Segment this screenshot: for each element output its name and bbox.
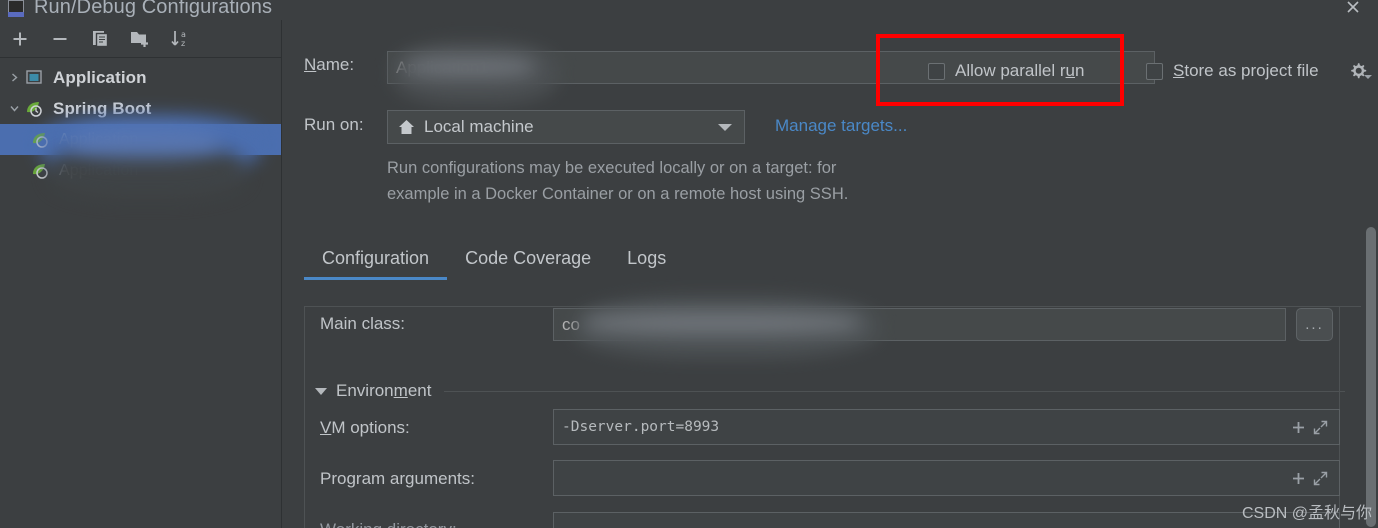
main-class-value: co xyxy=(562,314,580,334)
vm-options-add-icon[interactable] xyxy=(1287,416,1309,438)
scrollbar-thumb[interactable] xyxy=(1366,227,1376,527)
main-class-browse-button[interactable]: ... xyxy=(1296,308,1333,341)
name-label-accel: N xyxy=(304,55,317,74)
svg-text:a: a xyxy=(181,30,186,39)
collapse-arrow-icon[interactable] xyxy=(6,101,22,117)
name-input-value: Application1 xyxy=(396,57,489,77)
label-accel: S xyxy=(1173,61,1185,80)
store-as-project-file-label: Store as project file xyxy=(1173,61,1319,81)
configurations-sidebar: a z Application Spring Boot Application … xyxy=(0,20,282,528)
remove-configuration-button[interactable] xyxy=(40,22,80,56)
run-debug-configurations-dialog: Run/Debug Configurations a z Application… xyxy=(0,0,1378,528)
store-as-project-file-checkbox[interactable]: Store as project file xyxy=(1146,61,1319,81)
configurations-tree: Application Spring Boot Application Appl… xyxy=(0,58,281,186)
label-part-1: Allow parallel r xyxy=(955,61,1066,80)
idea-icon xyxy=(6,0,26,18)
section-divider xyxy=(444,390,1345,392)
program-arguments-input[interactable] xyxy=(553,460,1340,496)
main-class-input[interactable]: co xyxy=(553,308,1286,341)
run-on-row: Run on: xyxy=(304,115,364,135)
browse-dots: ... xyxy=(1305,315,1324,333)
checkbox-box[interactable] xyxy=(928,62,945,80)
spring-boot-icon xyxy=(30,130,52,150)
name-label-rest: ame: xyxy=(316,55,355,74)
watermark: CSDN @孟秋与你 xyxy=(1241,505,1372,522)
minus-icon xyxy=(53,37,67,40)
environment-section-label: Environment xyxy=(336,381,432,400)
plus-icon xyxy=(13,32,27,45)
run-on-help-line-2: example in a Docker Container or on a re… xyxy=(387,185,849,203)
vm-options-input[interactable]: -Dserver.port=8993 xyxy=(553,409,1340,445)
run-on-help-line-1: Run configurations may be executed local… xyxy=(387,159,837,177)
title-bar: Run/Debug Configurations xyxy=(0,0,1378,22)
tree-item-label: Application xyxy=(59,130,139,148)
add-configuration-button[interactable] xyxy=(0,22,40,56)
configuration-editor: Name: Application1 Allow parallel run St… xyxy=(283,20,1378,528)
environment-section-header[interactable]: Environment xyxy=(315,381,1345,401)
tree-item-spring-boot[interactable]: Spring Boot xyxy=(0,93,281,124)
allow-parallel-run-label: Allow parallel run xyxy=(955,61,1084,81)
sidebar-toolbar: a z xyxy=(0,20,281,58)
project-file-settings-gear-icon[interactable] xyxy=(1346,59,1372,83)
spring-boot-icon xyxy=(30,161,52,181)
new-folder-button[interactable] xyxy=(120,22,160,56)
vm-options-value: -Dserver.port=8993 xyxy=(562,419,720,435)
program-arguments-expand-icon[interactable] xyxy=(1309,467,1331,489)
tree-item-application-2[interactable]: Application xyxy=(0,155,281,186)
tab-code-coverage[interactable]: Code Coverage xyxy=(447,248,609,280)
name-row: Name: xyxy=(304,55,354,75)
manage-targets-link[interactable]: Manage targets... xyxy=(775,116,907,136)
spring-boot-icon xyxy=(24,99,46,119)
vm-options-label: VM options: xyxy=(320,418,410,437)
label-accel: m xyxy=(393,381,408,400)
close-icon[interactable] xyxy=(1336,0,1370,22)
home-icon xyxy=(398,119,415,135)
tree-item-selected-application[interactable]: Application xyxy=(0,124,281,155)
tab-configuration[interactable]: Configuration xyxy=(304,248,448,280)
program-arguments-label: Program arguments: xyxy=(320,469,475,488)
sort-alphabetically-button[interactable]: a z xyxy=(160,22,200,56)
tree-item-label: Application xyxy=(53,67,147,87)
copy-configuration-button[interactable] xyxy=(80,22,120,56)
expand-arrow-icon[interactable] xyxy=(6,70,22,86)
copy-icon xyxy=(92,31,108,48)
checkbox-box[interactable] xyxy=(1146,62,1163,80)
chevron-down-icon[interactable] xyxy=(315,387,327,395)
label-part-2: n xyxy=(1075,61,1085,80)
main-class-label: Main class: xyxy=(320,314,406,333)
sort-az-icon: a z xyxy=(171,30,186,48)
tree-item-label: Application xyxy=(59,161,139,179)
run-on-label: Run on: xyxy=(304,115,364,134)
application-icon xyxy=(24,68,46,88)
svg-text:z: z xyxy=(181,39,185,48)
tree-item-application[interactable]: Application xyxy=(0,62,281,93)
working-directory-input[interactable] xyxy=(553,512,1340,528)
program-arguments-add-icon[interactable] xyxy=(1287,467,1309,489)
editor-tabs: Configuration Code Coverage Logs xyxy=(304,248,684,280)
label-accel: V xyxy=(320,418,332,437)
chevron-down-icon[interactable] xyxy=(718,123,732,131)
vm-options-expand-icon[interactable] xyxy=(1309,416,1331,438)
label-accel: u xyxy=(1065,61,1076,80)
folder-plus-icon xyxy=(131,32,148,47)
allow-parallel-run-checkbox[interactable]: Allow parallel run xyxy=(928,61,1084,81)
label-accel: g xyxy=(405,469,415,488)
name-label: Name: xyxy=(304,55,354,75)
label-rest: tore as project file xyxy=(1184,61,1319,80)
working-directory-label: Working directory: xyxy=(320,520,457,528)
tree-item-label: Spring Boot xyxy=(53,98,152,118)
run-on-value: Local machine xyxy=(424,117,534,136)
tab-logs[interactable]: Logs xyxy=(609,248,684,280)
run-on-dropdown[interactable]: Local machine xyxy=(387,110,745,144)
window-title: Run/Debug Configurations xyxy=(34,0,273,18)
